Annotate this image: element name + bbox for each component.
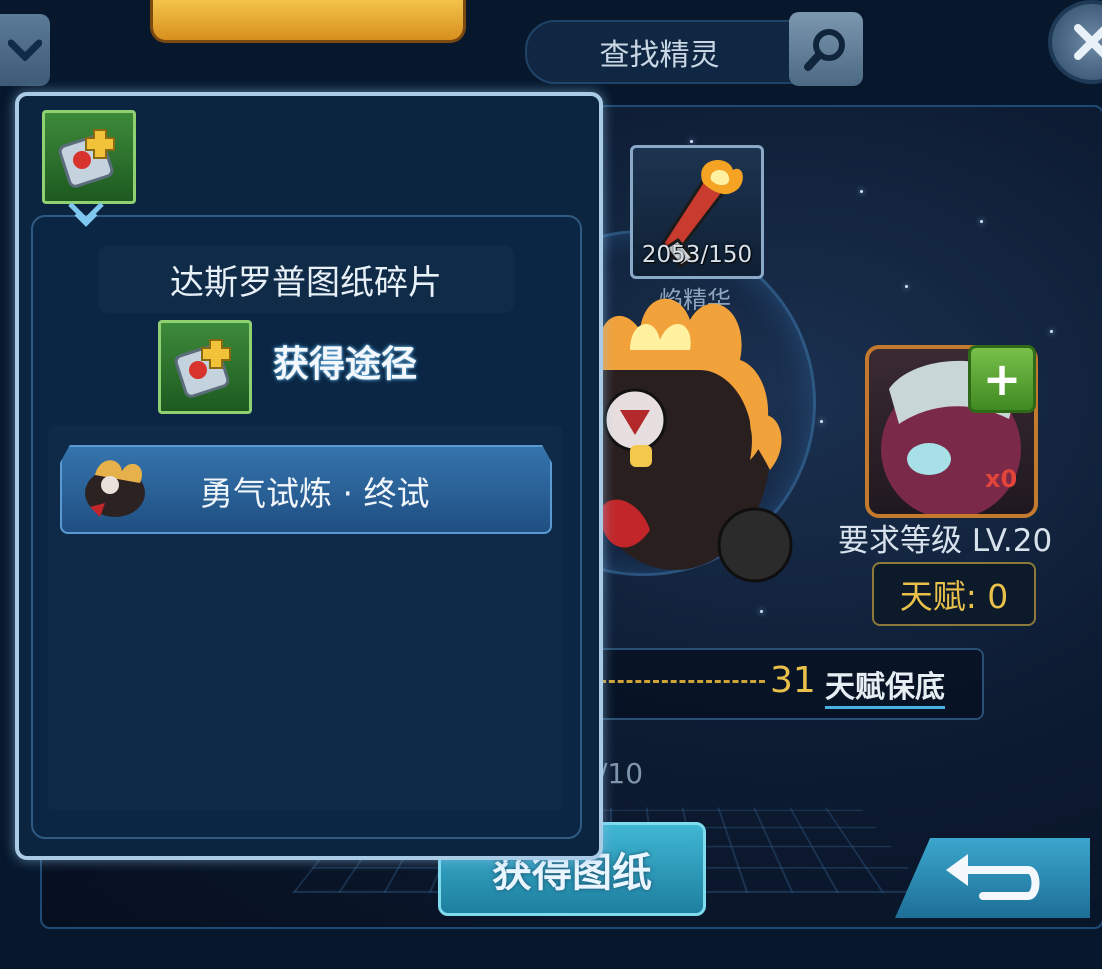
return-arrow-icon	[945, 854, 1039, 900]
source-item-label: 勇气试炼 · 终试	[200, 474, 430, 513]
search-icon	[804, 29, 845, 71]
talent-value: 天赋: 0	[872, 562, 1036, 626]
level-requirement: 要求等级 LV.20	[838, 523, 1053, 559]
dropdown-button[interactable]	[0, 14, 50, 86]
material-slot[interactable]: 2053/150	[630, 145, 764, 279]
close-icon	[1074, 24, 1102, 60]
search-placeholder: 查找精灵	[599, 38, 720, 73]
fragment-progress: /10	[598, 757, 644, 790]
search-input[interactable]: 查找精灵	[525, 20, 794, 84]
blueprint-fragment-icon	[42, 110, 136, 204]
item-name: 达斯罗普图纸碎片	[98, 245, 514, 313]
puzzle-card-icon	[58, 129, 115, 188]
plus-icon: +	[982, 352, 1022, 406]
puzzle-card-icon	[174, 339, 231, 398]
guarantee-label[interactable]: 天赋保底	[825, 662, 945, 709]
pet-count: x0	[985, 465, 1018, 493]
title-banner	[150, 0, 466, 43]
source-title: 获得途径	[273, 344, 418, 385]
popup-pointer-icon	[68, 202, 104, 227]
search-button[interactable]	[789, 12, 863, 86]
talent-label: 天赋: 0	[899, 577, 1009, 616]
add-pet-button[interactable]: +	[968, 345, 1036, 413]
guarantee-number: 31	[770, 660, 816, 701]
item-detail-icon	[158, 320, 252, 414]
chevron-down-icon	[8, 39, 42, 61]
monster-icon	[85, 460, 145, 517]
guarantee-progress-line	[600, 680, 765, 683]
close-button[interactable]	[1048, 0, 1102, 84]
item-name-text: 达斯罗普图纸碎片	[170, 262, 442, 303]
